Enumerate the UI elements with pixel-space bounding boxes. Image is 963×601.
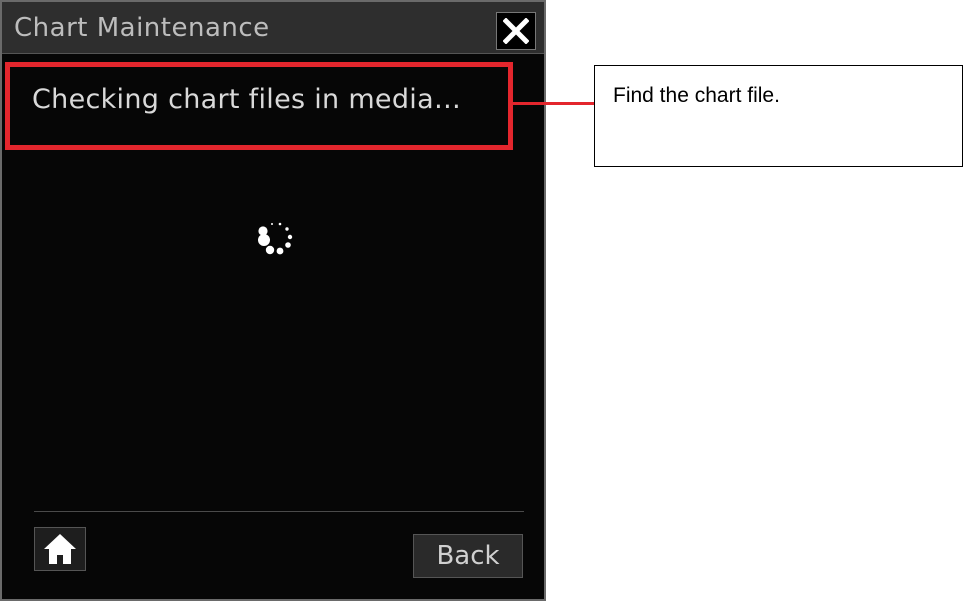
callout-text: Find the chart file. xyxy=(613,84,780,107)
close-icon xyxy=(503,18,529,44)
callout-connector-line xyxy=(513,102,595,105)
loading-spinner-icon xyxy=(258,222,293,255)
home-icon xyxy=(44,534,76,564)
callout-box: Find the chart file. xyxy=(594,65,963,167)
close-button[interactable] xyxy=(496,12,536,50)
screenshot-root: Chart Maintenance Checking chart files i… xyxy=(0,0,963,601)
highlight-frame xyxy=(5,62,513,150)
home-button[interactable] xyxy=(34,527,86,571)
back-button[interactable]: Back xyxy=(413,534,523,578)
dialog-titlebar: Chart Maintenance xyxy=(2,2,544,54)
footer-divider xyxy=(34,511,524,512)
dialog-title: Chart Maintenance xyxy=(14,13,270,43)
